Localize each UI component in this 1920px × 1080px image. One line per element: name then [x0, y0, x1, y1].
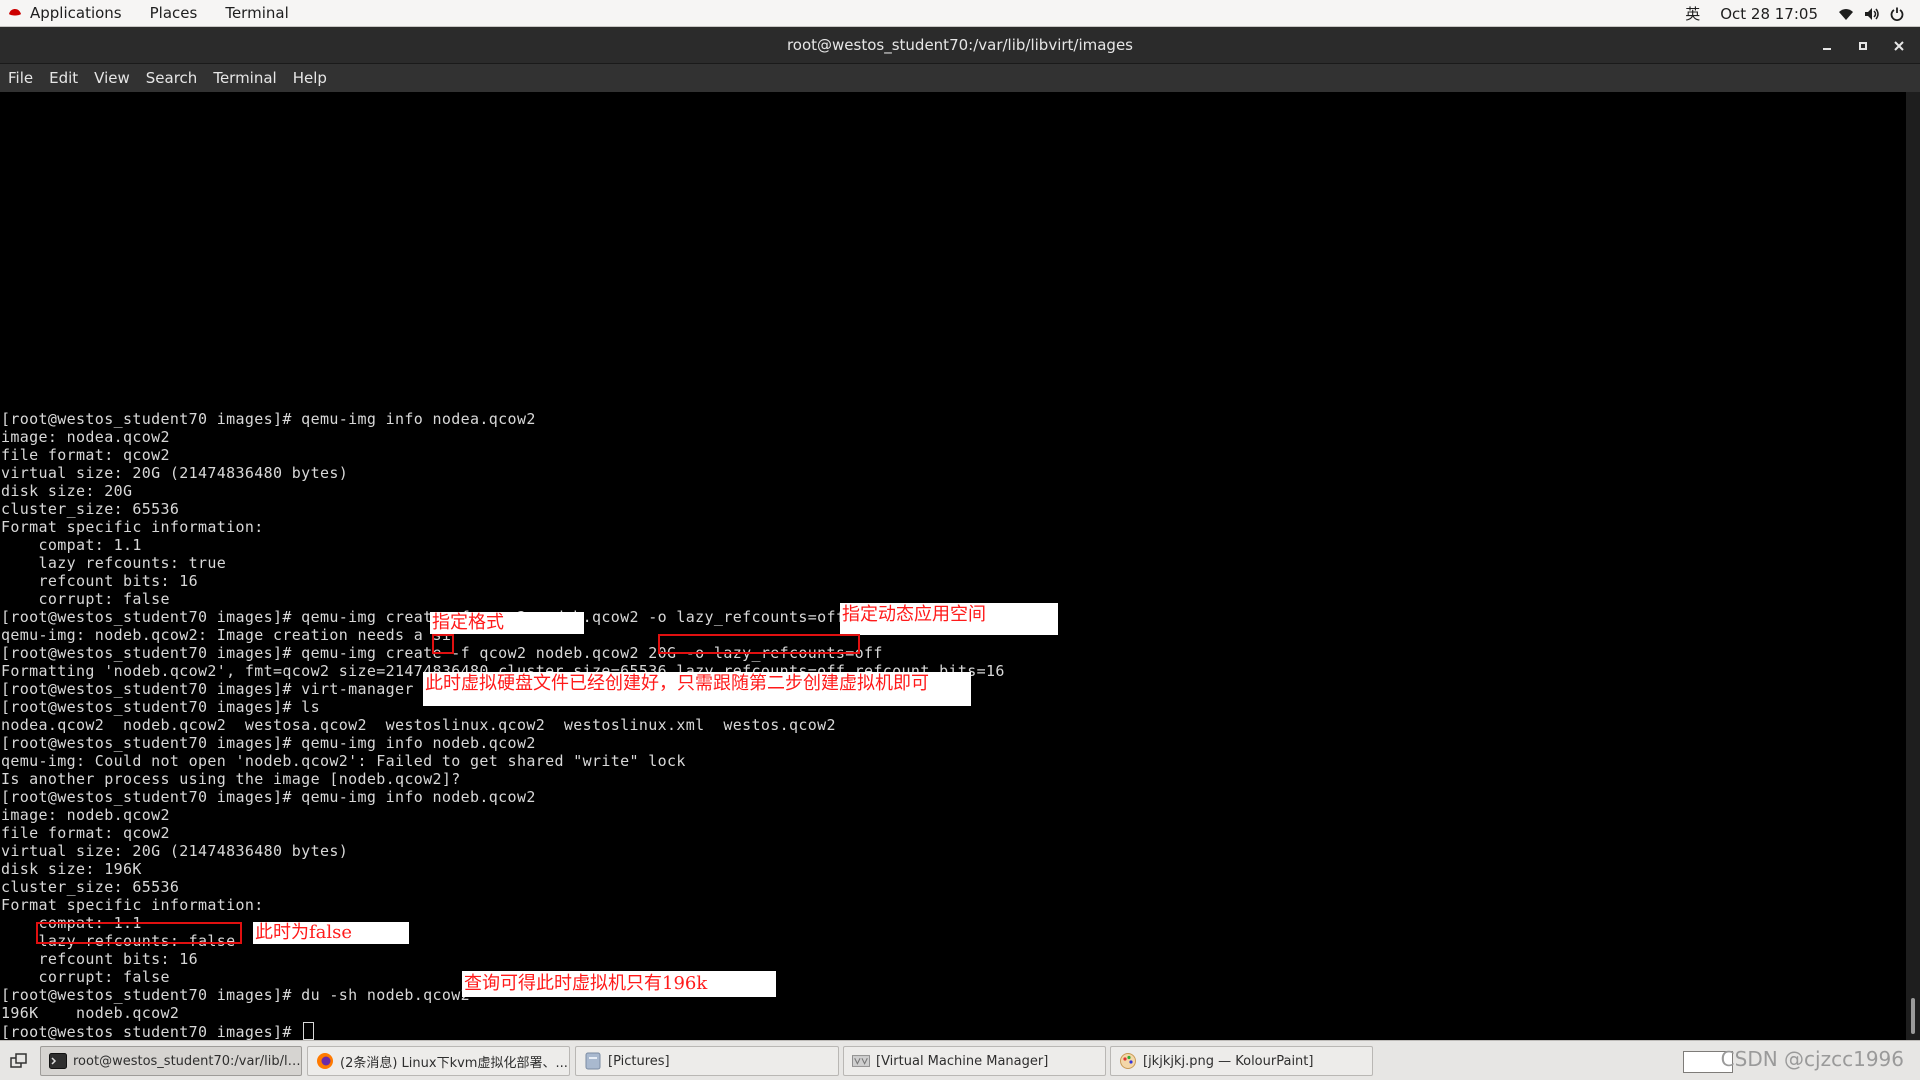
scrollbar-thumb[interactable] [1911, 998, 1915, 1034]
menu-help[interactable]: Help [285, 64, 335, 92]
maximize-button[interactable] [1852, 35, 1874, 57]
terminal-line: lazy refcounts: true [1, 554, 227, 572]
terminal-line: [root@westos_student70 images]# qemu-img… [1, 410, 536, 428]
terminal-output[interactable]: [root@westos_student70 images]# qemu-img… [0, 92, 1906, 1040]
terminal-line: refcount bits: 16 [1, 950, 198, 968]
annotation-disk-created: 此时虚拟硬盘文件已经创建好，只需跟随第二步创建虚拟机即可 [423, 672, 971, 706]
maximize-icon [1859, 41, 1867, 50]
terminal-line: compat: 1.1 [1, 536, 142, 554]
minimize-icon [1823, 47, 1831, 50]
minimize-button[interactable] [1816, 35, 1838, 57]
terminal-line: Format specific information: [1, 896, 264, 914]
terminal-cursor [303, 1022, 315, 1040]
terminal-line: file format: qcow2 [1, 824, 170, 842]
menu-terminal[interactable]: Terminal [205, 64, 284, 92]
task-label: [jkjkjkj.png — KolourPaint] [1143, 1053, 1314, 1069]
kolourpaint-icon [1119, 1052, 1137, 1070]
close-button[interactable] [1888, 35, 1910, 57]
input-method-indicator[interactable]: 英 [1685, 3, 1700, 24]
terminal-line: image: nodea.qcow2 [1, 428, 170, 446]
annotation-format: 指定格式 [430, 612, 584, 634]
places-menu[interactable]: Places [136, 0, 212, 27]
annotation-is-false: 此时为false [253, 922, 409, 944]
system-status-menu[interactable] [1838, 7, 1904, 21]
task-kolourpaint[interactable]: [jkjkjkj.png — KolourPaint] [1110, 1046, 1373, 1076]
menu-search[interactable]: Search [138, 64, 206, 92]
highlight-lazy-refcounts-option [658, 634, 860, 654]
terminal-menubar: File Edit View Search Terminal Help [0, 64, 1920, 92]
terminal-app-menu[interactable]: Terminal [211, 0, 302, 27]
terminal-line: disk size: 20G [1, 482, 133, 500]
terminal-line: disk size: 196K [1, 860, 142, 878]
applications-label: Applications [30, 4, 122, 22]
menu-view[interactable]: View [86, 64, 138, 92]
task-label: root@westos_student70:/var/lib/lib... [73, 1053, 301, 1069]
terminal-line: cluster_size: 65536 [1, 500, 180, 518]
firefox-icon [316, 1052, 334, 1070]
files-icon [584, 1052, 602, 1070]
wifi-icon [1839, 8, 1853, 20]
terminal-line: [root@westos_student70 images]# qemu-img… [1, 734, 536, 752]
terminal-line: 196K nodeb.qcow2 [1, 1004, 180, 1022]
highlight-f-flag [432, 634, 454, 654]
terminal-line: cluster_size: 65536 [1, 878, 180, 896]
task-virt-manager[interactable]: [Virtual Machine Manager] [843, 1046, 1106, 1076]
task-label: (2条消息) Linux下kvm虚拟化部署、... [340, 1055, 568, 1071]
clock[interactable]: Oct 28 17:05 [1720, 5, 1818, 23]
terminal-line: virtual size: 20G (21474836480 bytes) [1, 464, 349, 482]
terminal-lines: [root@westos_student70 images]# qemu-img… [1, 410, 1005, 1040]
terminal-icon [49, 1052, 67, 1070]
terminal-line: [root@westos_student70 images]# qemu-img… [1, 788, 536, 806]
task-firefox[interactable]: (2条消息) Linux下kvm虚拟化部署、... [307, 1046, 570, 1076]
csdn-watermark: CSDN @cjzcc1996 [1720, 1047, 1904, 1071]
menu-edit[interactable]: Edit [41, 64, 86, 92]
terminal-line: Is another process using the image [node… [1, 770, 461, 788]
bottom-taskbar: root@westos_student70:/var/lib/lib... (2… [0, 1040, 1920, 1080]
menu-file[interactable]: File [0, 64, 41, 92]
terminal-line: Format specific information: [1, 518, 264, 536]
terminal-line: nodea.qcow2 nodeb.qcow2 westosa.qcow2 we… [1, 716, 836, 734]
task-files[interactable]: [Pictures] [575, 1046, 839, 1076]
task-label: [Virtual Machine Manager] [876, 1053, 1049, 1069]
gnome-top-bar: Applications Places Terminal 英 Oct 28 17… [0, 0, 1920, 27]
power-icon [1890, 7, 1904, 21]
virt-manager-icon [852, 1052, 870, 1070]
terminal-scrollbar[interactable] [1906, 92, 1920, 1040]
terminal-line: [root@westos_student70 images]# [1, 1022, 1005, 1040]
volume-icon [1865, 7, 1879, 20]
annotation-query-196k: 查询可得此时虚拟机只有196k [462, 971, 776, 997]
applications-menu[interactable]: Applications [0, 4, 136, 22]
terminal-line: image: nodeb.qcow2 [1, 806, 170, 824]
annotation-dynamic-space: 指定动态应用空间 [840, 603, 1058, 635]
close-icon [1894, 40, 1904, 51]
task-terminal[interactable]: root@westos_student70:/var/lib/lib... [40, 1046, 302, 1076]
terminal-line: refcount bits: 16 [1, 572, 198, 590]
terminal-line: qemu-img: Could not open 'nodeb.qcow2': … [1, 752, 686, 770]
terminal-line: virtual size: 20G (21474836480 bytes) [1, 842, 349, 860]
task-label: [Pictures] [608, 1053, 670, 1069]
window-titlebar[interactable]: root@westos_student70:/var/lib/libvirt/i… [0, 27, 1920, 64]
highlight-lazy-refcounts-false [36, 922, 242, 944]
terminal-line: file format: qcow2 [1, 446, 170, 464]
show-desktop-button[interactable] [6, 1049, 32, 1073]
show-desktop-icon [10, 1053, 27, 1068]
window-title: root@westos_student70:/var/lib/libvirt/i… [786, 36, 1134, 54]
redhat-icon [9, 9, 21, 16]
